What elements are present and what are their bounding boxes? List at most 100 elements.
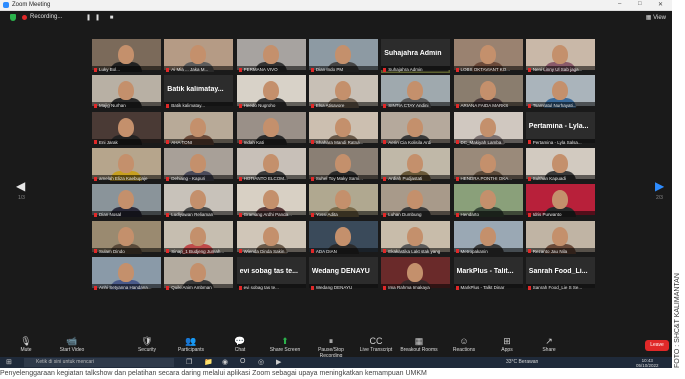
participant-tile[interactable]: Luky Bol... — [92, 39, 161, 73]
participant-face — [262, 81, 279, 101]
close-icon[interactable]: ✕ — [658, 1, 663, 8]
muted-mic-icon — [238, 285, 242, 290]
live-transcript-button[interactable]: CC Live Transcript — [353, 335, 399, 353]
participant-name-label: Shahara Mandi Ratna... — [308, 138, 378, 146]
participant-tile[interactable]: Aerin Cia Kolisila Ardi — [381, 111, 451, 146]
participant-display-name: MarkPlus - Talit... — [456, 267, 514, 275]
participant-name-label: Sanrah Food_Lie S Se... — [525, 283, 595, 291]
participant-tile[interactable]: Ardiah Pudjastati — [381, 147, 451, 182]
participant-tile[interactable]: HOTIANTO ELCOM... — [236, 147, 306, 182]
participant-tile[interactable]: Wedang DENAYU Wedang DENAYU — [308, 256, 378, 291]
participant-tile[interactable]: Sulthan Kapuadi — [525, 147, 595, 182]
participant-tile[interactable]: Dehiang - Kapuri — [164, 147, 234, 182]
participant-tile[interactable]: Gramang Ardhi Panda... — [236, 184, 306, 219]
windows-taskbar: ⊞ Ketik di sini untuk mencari ❐ 📁 ◉ O ◎ … — [0, 357, 672, 368]
participant-tile[interactable]: Neni Linny Ul Sab jaga... — [525, 39, 595, 73]
participant-tile[interactable]: Tsamratul Nurhayati... — [525, 75, 595, 110]
reactions-icon: ☺ — [459, 336, 469, 346]
participant-name-label: Eni Jarak — [92, 138, 161, 146]
participant-tile[interactable]: HENDRA PONTHI OKA... — [453, 147, 523, 182]
chat-button[interactable]: 💬 Chat — [217, 335, 263, 353]
participant-tile[interactable]: Batik kalimatay... Batik kalimatay... — [164, 75, 234, 110]
maximize-icon[interactable]: □ — [638, 1, 642, 7]
participant-name-label: HOTIANTO ELCOM... — [236, 174, 306, 182]
recording-controls-icon[interactable]: ❚❚ ■ — [86, 14, 117, 21]
participant-face — [334, 81, 351, 101]
participant-tile[interactable]: Quiki Anim Ambman — [164, 256, 234, 291]
share-button[interactable]: ↗ Share — [526, 335, 572, 353]
participant-tile[interactable]: Elsa Atisavore — [308, 75, 378, 110]
muted-mic-icon — [94, 285, 97, 290]
participant-tile[interactable]: Suhajahra Admin Suhajahra Admin — [381, 39, 451, 73]
participant-face — [190, 190, 207, 210]
participant-tile[interactable]: Eni Jarak — [92, 111, 161, 146]
participant-tile[interactable]: Indah Kati — [236, 111, 306, 146]
participant-tile[interactable]: MarkPlus - Talit... MarkPlus - Talkt Dina… — [453, 256, 523, 291]
task-view-icon[interactable]: ❐ — [186, 358, 192, 366]
participant-tile[interactable]: Ludiyawan Reliaman — [164, 184, 234, 219]
participant-tile[interactable]: PERMANA VIVO — [236, 39, 306, 73]
participant-tile[interactable]: SINTIA CTAY Andini — [381, 75, 451, 110]
minimize-icon[interactable]: – — [618, 1, 621, 7]
participant-tile[interactable]: Shahara Mandi Ratna... — [308, 111, 378, 146]
participant-name-label: Majig Nurhan — [92, 102, 161, 110]
participant-tile[interactable]: LOBS OKTAVIANT KO... — [453, 39, 523, 73]
chrome-icon[interactable]: ◎ — [258, 358, 264, 366]
participant-tile[interactable]: DC_Makiyah Lamba... — [453, 111, 523, 146]
participant-tile[interactable]: Sulam Dindo — [92, 220, 161, 255]
zoom-taskbar-icon[interactable]: ▶ — [276, 358, 281, 366]
apps-button[interactable]: ⊞ Apps — [484, 335, 530, 353]
windows-start-icon[interactable]: ⊞ — [6, 358, 12, 366]
opera-icon[interactable]: O — [240, 358, 245, 365]
participant-tile[interactable]: Ai Mia ... Jaka M... — [164, 39, 234, 73]
breakout-rooms-button[interactable]: ▦ Breakout Rooms — [396, 335, 442, 353]
participant-tile[interactable]: Wienda Dinda Sakin... — [236, 220, 306, 255]
participant-tile[interactable]: AHA TONI — [164, 111, 234, 146]
participant-tile[interactable]: Anhi Setyanna Handana... — [92, 256, 161, 291]
participant-tile[interactable]: Pertamina - Lyla... Pertamina - Lyla Sals… — [525, 111, 595, 146]
participant-tile[interactable]: Sinap_1 Budjeng Jumah... — [164, 220, 234, 255]
participant-tile[interactable]: ARIANA FAIDA MARKS — [453, 75, 523, 110]
muted-mic-icon — [527, 285, 531, 290]
security-shield-icon[interactable] — [10, 14, 16, 21]
participant-display-name: Sanrah Food_Li... — [528, 267, 588, 275]
participant-tile[interactable]: Luhan Dumbung — [381, 184, 451, 219]
participant-tile[interactable]: Idris Purwanto — [525, 184, 595, 219]
toolbar-label: Participants — [177, 347, 205, 353]
previous-page-icon[interactable]: ◀ — [16, 179, 25, 193]
participant-face — [118, 153, 134, 173]
security-button[interactable]: 🛡 Security — [124, 335, 170, 353]
participant-tile[interactable]: ADA DIAN — [308, 220, 378, 255]
mute-button[interactable]: 🎙 Mute — [3, 335, 49, 353]
pause-stop-recording-button[interactable]: ⏸ Pause/Stop Recording — [308, 335, 354, 359]
participant-tile[interactable]: Yossi Adita — [308, 184, 378, 219]
participant-name: Ardiah Pudjastati — [388, 175, 423, 181]
participant-tile[interactable]: amelah Eliza Kaebupaje — [92, 147, 161, 182]
muted-mic-icon — [383, 285, 387, 290]
participant-tile[interactable]: evi sobag tas te... evi sobag tas te... — [236, 256, 306, 291]
view-button[interactable]: ▦ View — [646, 14, 666, 21]
browser-icon[interactable]: ◉ — [222, 358, 228, 366]
taskbar-search-input[interactable]: Ketik di sini untuk mencari — [24, 358, 174, 367]
participant-tile[interactable]: Metropakanin — [453, 220, 523, 255]
start-video-button[interactable]: 📹 Start Video — [49, 335, 95, 353]
participant-tile[interactable]: Suhel Toy Maky Sami... — [308, 147, 378, 182]
participant-tile[interactable]: Dian Indo PM — [308, 39, 378, 73]
next-page-icon[interactable]: ▶ — [655, 179, 664, 193]
participant-tile[interactable]: Majig Nurhan — [92, 75, 161, 110]
participant-name: Gramang Ardhi Panda... — [243, 212, 292, 218]
participant-tile[interactable]: Ekakastika Lakt stak yang — [381, 220, 451, 255]
share-screen-button[interactable]: ⬆ Share Screen — [262, 335, 308, 353]
participant-tile[interactable]: Hendarto — [453, 184, 523, 219]
muted-mic-icon — [94, 140, 97, 145]
participant-display-name: evi sobag tas te... — [239, 267, 298, 275]
reactions-button[interactable]: ☺ Reactions — [441, 335, 487, 353]
participant-tile[interactable]: Rezanto Jau Nila — [525, 220, 595, 255]
participant-tile[interactable]: Heedo Nugroho — [236, 75, 306, 110]
participant-tile[interactable]: Sanrah Food_Li... Sanrah Food_Lie S Se... — [525, 256, 595, 291]
participant-tile[interactable]: Dian Nosal — [92, 184, 161, 219]
file-explorer-icon[interactable]: 📁 — [204, 358, 213, 366]
participant-tile[interactable]: Ima Rahma Imakaya — [381, 256, 451, 291]
participants-button[interactable]: 👥 Participants — [168, 335, 214, 353]
leave-button[interactable]: Leave — [645, 340, 669, 351]
